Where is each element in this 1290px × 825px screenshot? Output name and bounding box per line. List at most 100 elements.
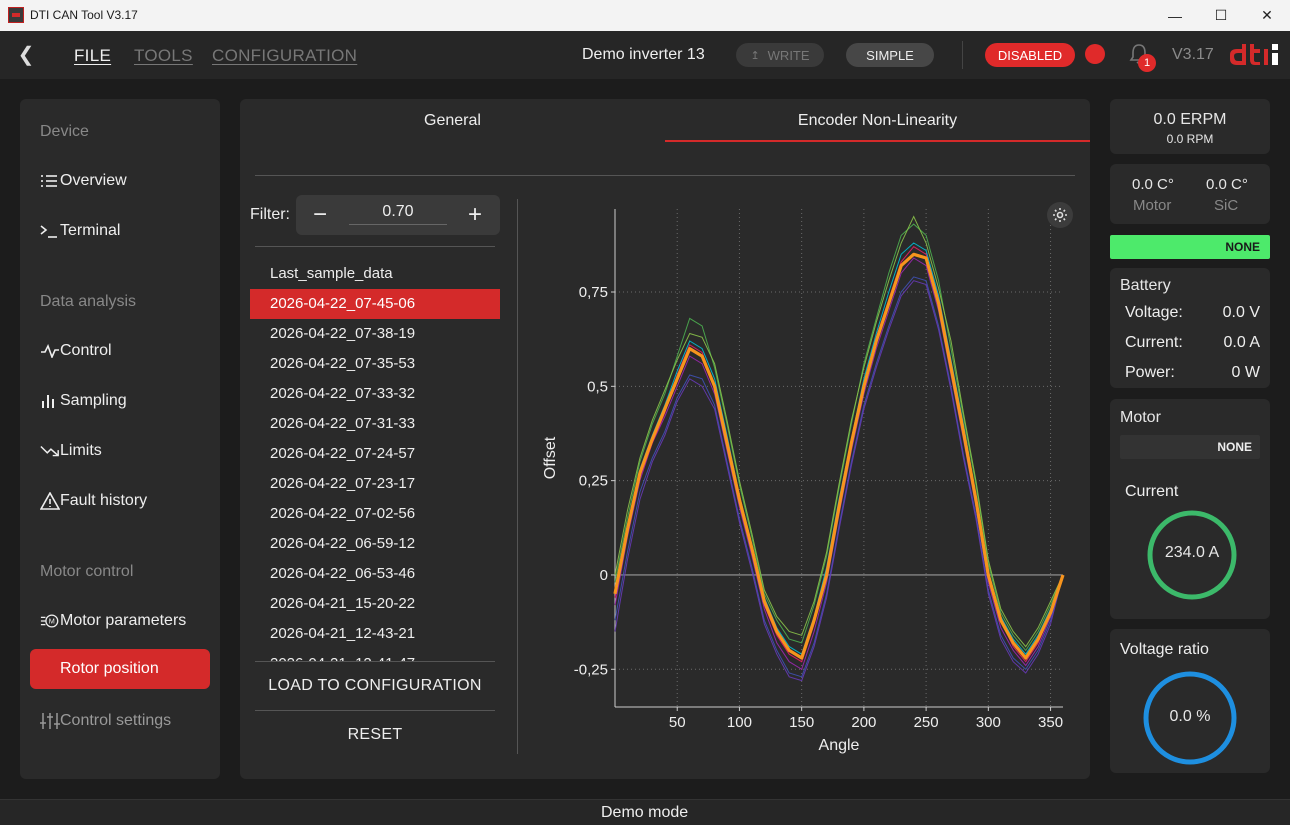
motor-status-bar: NONE: [1120, 435, 1260, 459]
section-data-analysis: Data analysis: [40, 293, 137, 310]
minimize-button[interactable]: —: [1152, 0, 1198, 31]
status-bar: NONE: [1110, 235, 1270, 259]
sidebar: Device Overview Terminal Data analysis C…: [20, 99, 220, 779]
sidebar-item-label: Limits: [60, 442, 102, 459]
menu-configuration[interactable]: CONFIGURATION: [212, 46, 357, 66]
filter-label: Filter:: [250, 206, 290, 223]
y-tick-label: -0,25: [574, 661, 608, 678]
sidebar-item-label: Rotor position: [60, 660, 159, 677]
gear-icon[interactable]: [1047, 202, 1073, 228]
divider: [962, 41, 963, 69]
notification-badge: 1: [1138, 54, 1156, 72]
close-button[interactable]: ✕: [1244, 0, 1290, 31]
battery-panel: Battery Voltage: 0.0 V Current: 0.0 A Po…: [1110, 268, 1270, 388]
status-bar-label: NONE: [1225, 240, 1260, 254]
y-tick-label: 0,25: [579, 473, 608, 490]
x-tick-label: 50: [669, 714, 686, 731]
y-tick-label: 0: [600, 567, 608, 584]
current-label: Current:: [1125, 334, 1183, 351]
offset-angle-chart: 50 100 150 200 250 300 350 -0,25 0 0,25 0,5 0,75 Ang…: [542, 209, 1065, 754]
status-bar-footer: Demo mode: [0, 799, 1290, 825]
sidebar-item-control-settings[interactable]: Control settings: [30, 701, 210, 741]
filter-stepper: − 0.70 +: [296, 195, 500, 235]
data-series-line: [614, 215, 1064, 648]
list-item[interactable]: 2026-04-22_07-38-19: [250, 319, 500, 349]
write-button[interactable]: ↥ WRITE: [736, 43, 824, 67]
current-value: 0.0 A: [1223, 334, 1260, 351]
main-panel: General Encoder Non-Linearity Filter: − …: [240, 99, 1090, 779]
list-item[interactable]: 2026-04-22_07-33-32: [250, 379, 500, 409]
simple-mode-button[interactable]: SIMPLE: [846, 43, 934, 67]
power-row: Power: 0 W: [1125, 364, 1260, 382]
list-item[interactable]: 2026-04-22_07-35-53: [250, 349, 500, 379]
list-item[interactable]: 2026-04-22_07-24-57: [250, 439, 500, 469]
list-item[interactable]: 2026-04-21_12-41-47: [250, 649, 500, 661]
motor-temp-label: Motor: [1133, 197, 1172, 214]
list-item[interactable]: 2026-04-21_12-43-21: [250, 619, 500, 649]
sidebar-item-rotor-position[interactable]: Rotor position: [30, 649, 210, 689]
load-to-configuration-button[interactable]: LOAD TO CONFIGURATION: [255, 662, 495, 710]
device-name: Demo inverter 13: [582, 46, 705, 63]
x-tick-label: 350: [1038, 714, 1063, 731]
voltage-row: Voltage: 0.0 V: [1125, 304, 1260, 322]
current-gauge-value: 234.0 A: [1164, 544, 1220, 561]
bar-chart-icon: [30, 393, 60, 409]
x-tick-label: 100: [727, 714, 752, 731]
decrement-button[interactable]: −: [305, 201, 335, 229]
filter-value-input[interactable]: 0.70: [349, 203, 447, 225]
tab-general[interactable]: General: [240, 99, 665, 142]
list-item[interactable]: 2026-04-22_07-45-06: [250, 289, 500, 319]
sidebar-item-overview[interactable]: Overview: [30, 161, 210, 201]
list-item[interactable]: 2026-04-22_07-23-17: [250, 469, 500, 499]
battery-title: Battery: [1120, 277, 1171, 294]
y-tick-label: 0,75: [579, 284, 608, 301]
list-item[interactable]: 2026-04-22_06-53-46: [250, 559, 500, 589]
list-item[interactable]: 2026-04-21_15-20-22: [250, 589, 500, 619]
x-tick-label: 150: [789, 714, 814, 731]
svg-text:M: M: [49, 617, 55, 626]
sidebar-item-label: Fault history: [60, 492, 148, 509]
menu-file[interactable]: FILE: [74, 46, 111, 66]
list-item[interactable]: 2026-04-22_06-59-12: [250, 529, 500, 559]
sidebar-item-sampling[interactable]: Sampling: [30, 381, 210, 421]
list-item[interactable]: 2026-04-22_07-31-33: [250, 409, 500, 439]
disabled-status-button[interactable]: DISABLED: [985, 43, 1075, 67]
sidebar-item-control[interactable]: Control: [30, 331, 210, 371]
terminal-icon: [30, 224, 60, 238]
sidebar-item-terminal[interactable]: Terminal: [30, 211, 210, 251]
x-tick-label: 200: [851, 714, 876, 731]
voltage-value: 0.0 V: [1222, 304, 1260, 321]
section-device: Device: [40, 123, 89, 140]
y-axis-label: Offset: [542, 436, 559, 479]
motor-status-label: NONE: [1217, 440, 1252, 454]
sidebar-item-limits[interactable]: Limits: [30, 431, 210, 471]
sliders-icon: [30, 712, 60, 730]
list-item[interactable]: 2026-04-22_07-02-56: [250, 499, 500, 529]
trend-down-icon: [30, 444, 60, 458]
current-row: Current: 0.0 A: [1125, 334, 1260, 352]
window-title: DTI CAN Tool V3.17: [30, 8, 138, 22]
sidebar-item-fault-history[interactable]: Fault history: [30, 481, 210, 521]
warning-icon: [30, 492, 60, 510]
menu-tools[interactable]: TOOLS: [134, 46, 193, 66]
voltage-ratio-panel: Voltage ratio 0.0 %: [1110, 629, 1270, 773]
status-indicator-dot: [1085, 44, 1105, 64]
list-item[interactable]: Last_sample_data: [250, 259, 500, 289]
power-label: Power:: [1125, 364, 1175, 381]
section-motor-control: Motor control: [40, 563, 134, 580]
sidebar-item-motor-parameters[interactable]: M Motor parameters: [30, 601, 210, 641]
upload-icon: ↥: [750, 49, 760, 62]
data-series-line: [614, 276, 1064, 678]
rpm-value: 0.0 RPM: [1166, 132, 1214, 146]
app-icon: [8, 7, 24, 23]
sic-temp-label: SiC: [1214, 197, 1239, 214]
maximize-button[interactable]: ☐: [1198, 0, 1244, 31]
reset-button[interactable]: RESET: [255, 711, 495, 759]
tab-encoder-non-linearity[interactable]: Encoder Non-Linearity: [665, 99, 1090, 142]
x-tick-label: 250: [914, 714, 939, 731]
x-tick-label: 300: [976, 714, 1001, 731]
sample-list: Last_sample_data 2026-04-22_07-45-06 2026-…: [250, 259, 500, 661]
back-arrow-icon[interactable]: ❮: [14, 43, 38, 67]
divider: [517, 199, 518, 754]
increment-button[interactable]: +: [460, 201, 490, 229]
